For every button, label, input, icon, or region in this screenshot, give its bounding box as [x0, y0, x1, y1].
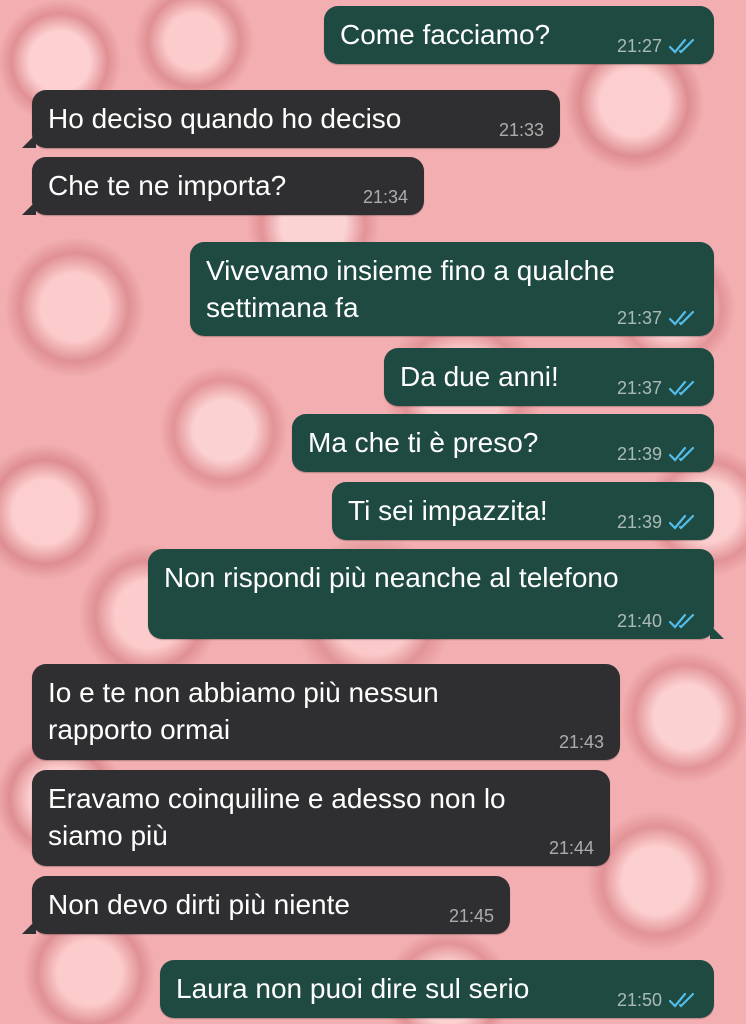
read-double-check-icon	[668, 310, 695, 326]
message-meta: 21:45	[449, 906, 494, 926]
read-double-check-icon	[668, 38, 695, 54]
message-time: 21:40	[616, 611, 662, 631]
message-meta: 21:37	[617, 308, 698, 328]
message-time: 21:37	[616, 308, 662, 328]
message-bubble-outgoing[interactable]: Non rispondi più neanche al telefono 21:…	[148, 549, 724, 639]
message-bubble-outgoing[interactable]: Laura non puoi dire sul serio 21:50	[160, 960, 714, 1018]
message-text: Che te ne importa?	[48, 170, 287, 201]
read-double-check-icon	[668, 514, 695, 530]
message-meta: 21:33	[499, 120, 544, 140]
message-bubble-outgoing[interactable]: Ti sei impazzita! 21:39	[332, 482, 714, 540]
message-bubble-outgoing[interactable]: Ma che ti è preso? 21:39	[292, 414, 714, 472]
message-text: Ho deciso quando ho deciso	[48, 103, 402, 134]
message-time: 21:50	[616, 990, 662, 1010]
read-double-check-icon	[668, 380, 695, 396]
message-meta: 21:43	[559, 732, 604, 752]
message-time: 21:39	[616, 444, 662, 464]
message-bubble-incoming[interactable]: Non devo dirti più niente 21:45	[22, 876, 510, 934]
message-meta: 21:34	[363, 187, 408, 207]
message-time: 21:33	[498, 120, 544, 140]
message-bubble-incoming[interactable]: Che te ne importa? 21:34	[22, 157, 424, 215]
message-text: Io e te non abbiamo più nessun rapporto …	[48, 677, 439, 745]
message-time: 21:27	[616, 36, 662, 56]
read-double-check-icon	[668, 446, 695, 462]
message-time: 21:37	[616, 378, 662, 398]
message-bubble-incoming[interactable]: Io e te non abbiamo più nessun rapporto …	[32, 664, 620, 760]
message-text: Non devo dirti più niente	[48, 889, 350, 920]
read-double-check-icon	[668, 613, 695, 629]
message-bubble-outgoing[interactable]: Vivevamo insieme fino a qualche settiman…	[190, 242, 714, 336]
message-time: 21:44	[548, 838, 594, 858]
message-bubble-outgoing[interactable]: Come facciamo? 21:27	[324, 6, 714, 64]
message-meta: 21:50	[617, 990, 698, 1010]
message-time: 21:34	[362, 187, 408, 207]
message-bubble-incoming[interactable]: Ho deciso quando ho deciso 21:33	[22, 90, 560, 148]
message-text: Non rispondi più neanche al telefono	[164, 562, 619, 593]
message-meta: 21:39	[617, 512, 698, 532]
message-meta: 21:37	[617, 378, 698, 398]
message-meta: 21:27	[617, 36, 698, 56]
message-meta: 21:44	[549, 838, 594, 858]
message-text: Eravamo coinquiline e adesso non lo siam…	[48, 783, 506, 851]
message-time: 21:43	[558, 732, 604, 752]
message-bubble-outgoing[interactable]: Da due anni! 21:37	[384, 348, 714, 406]
message-bubble-incoming[interactable]: Eravamo coinquiline e adesso non lo siam…	[32, 770, 610, 866]
message-time: 21:45	[448, 906, 494, 926]
read-double-check-icon	[668, 992, 695, 1008]
message-meta: 21:40	[617, 611, 698, 631]
message-time: 21:39	[616, 512, 662, 532]
message-meta: 21:39	[617, 444, 698, 464]
